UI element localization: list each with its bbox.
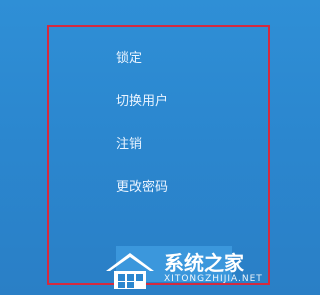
watermark-title: 系统之家 (164, 251, 244, 275)
menu-item-switch-user[interactable]: 切换用户 (116, 92, 168, 112)
watermark: 系统之家 XITONGZHIJIA.NET (100, 247, 285, 291)
menu-item-sign-out[interactable]: 注销 (116, 135, 168, 155)
watermark-subtitle: XITONGZHIJIA.NET (164, 274, 263, 284)
menu-item-lock[interactable]: 锁定 (116, 49, 168, 69)
lock-screen: 锁定 切换用户 注销 更改密码 系统之家 XITONGZHIJIA.NET (0, 0, 289, 295)
menu-item-change-password[interactable]: 更改密码 (116, 178, 168, 198)
security-options-menu: 锁定 切换用户 注销 更改密码 (116, 49, 168, 221)
house-logo-icon (100, 247, 160, 291)
